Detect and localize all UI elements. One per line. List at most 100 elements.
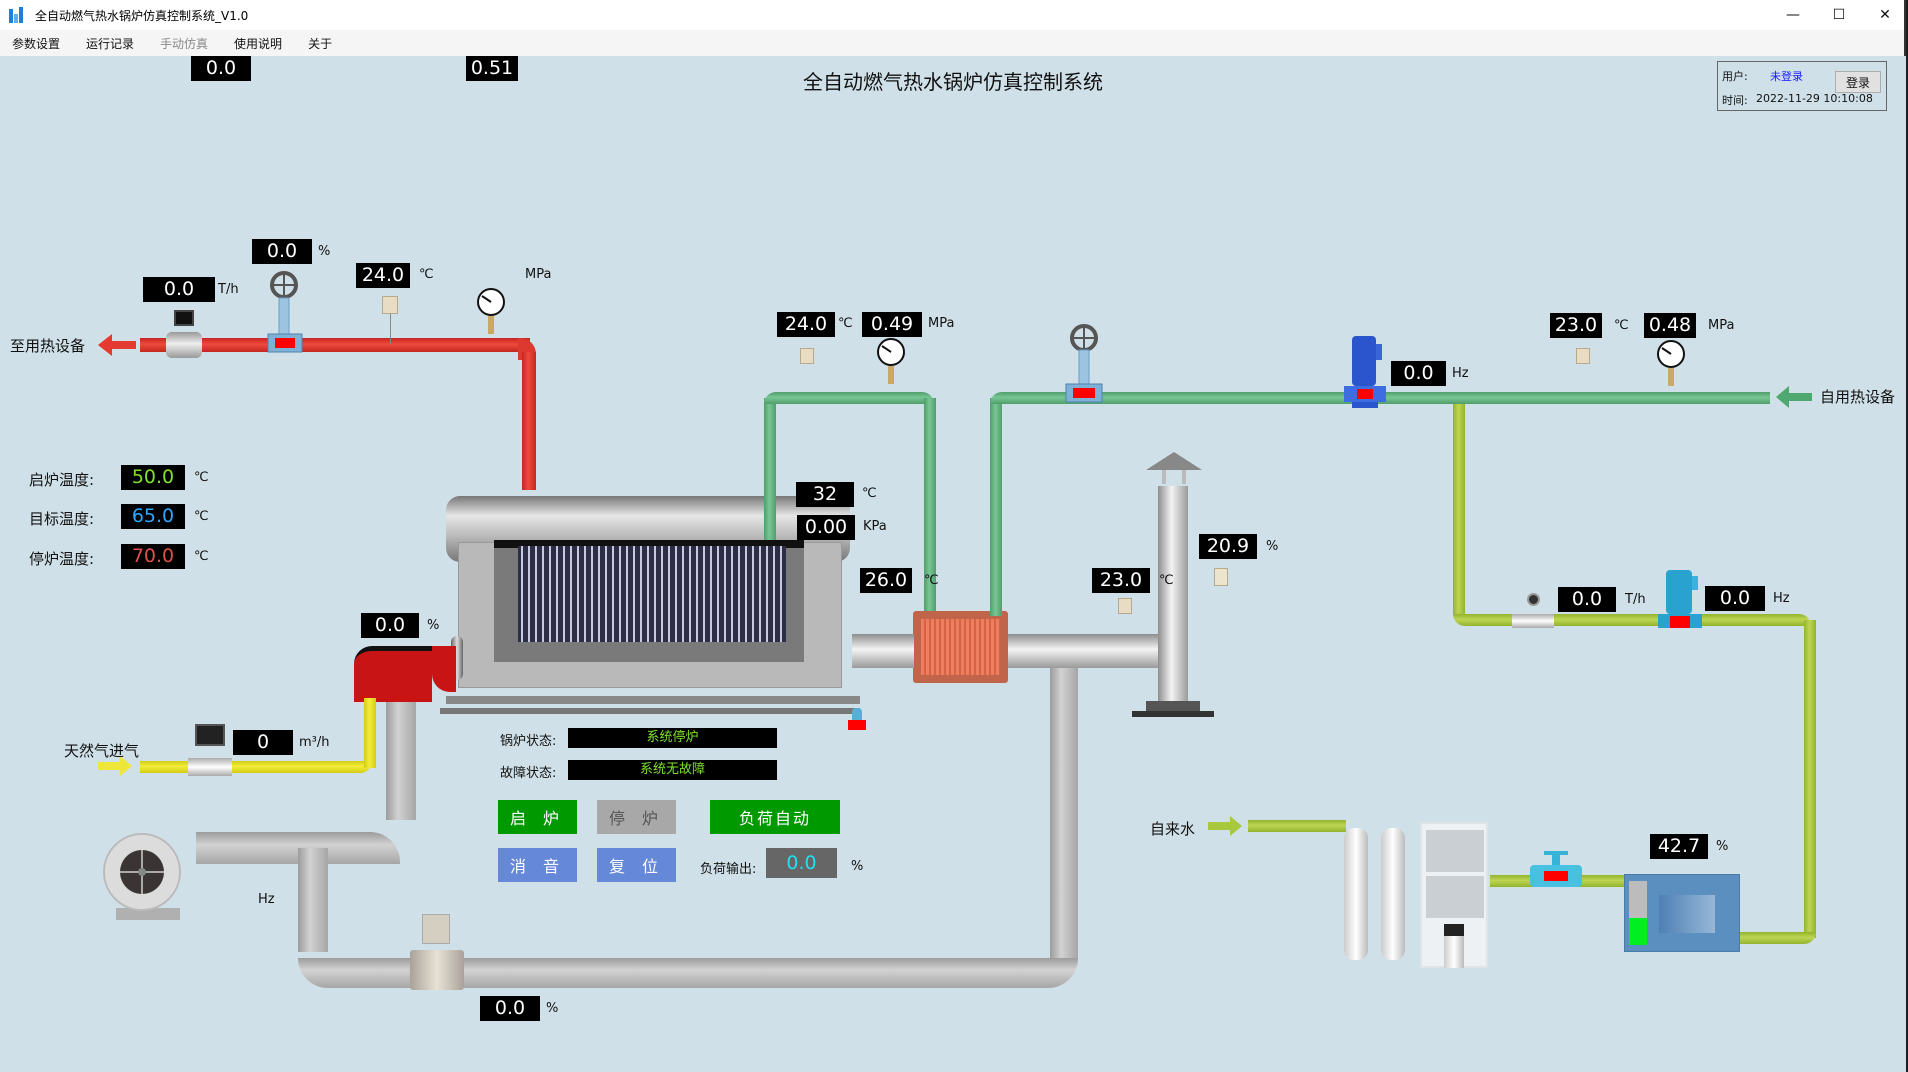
flue-pipe-stack-side xyxy=(1008,634,1158,668)
furnace-temp-display: 32 xyxy=(796,482,854,507)
supply-valve-display: 0.0 xyxy=(252,239,312,264)
gas-pipe-horizontal xyxy=(140,761,372,773)
boiler-tube-bank xyxy=(518,546,786,642)
start-boiler-button[interactable]: 启 炉 xyxy=(498,800,577,834)
load-output-label: 负荷输出: xyxy=(700,862,757,877)
menu-run-log[interactable]: 运行记录 xyxy=(83,33,137,54)
pump-freq-unit: Hz xyxy=(1452,366,1469,381)
pump-freq-display: 0.0 xyxy=(1391,361,1446,386)
drain-valve-body xyxy=(852,708,862,720)
recirc-damper-actuator-icon xyxy=(422,914,450,944)
app-logo-icon xyxy=(9,7,27,23)
primary-pressure-gauge-icon xyxy=(877,338,905,384)
stop-temp-unit: ℃ xyxy=(194,549,209,564)
oxygen-analyzer-icon xyxy=(1214,568,1228,586)
recirc-damper-unit: % xyxy=(546,1001,559,1016)
burner-head xyxy=(354,646,432,702)
fault-status-label: 故障状态: xyxy=(500,766,557,781)
recirc-damper-body[interactable] xyxy=(410,950,464,990)
secondary-loop-riser xyxy=(990,398,1002,616)
boiler-skid xyxy=(440,708,860,714)
supply-destination-label: 至用热设备 xyxy=(10,337,86,355)
menu-about[interactable]: 关于 xyxy=(305,33,335,54)
return-temp-unit: ℃ xyxy=(1614,318,1629,333)
makeup-flowmeter-display-icon xyxy=(1527,593,1540,606)
boiler-base xyxy=(446,696,860,704)
ro-membrane xyxy=(1444,924,1464,968)
load-output-unit: % xyxy=(851,859,864,874)
makeup-inlet-valve-icon[interactable] xyxy=(1528,849,1584,895)
start-temp-display: 50.0 xyxy=(121,465,185,490)
oxygen-unit: % xyxy=(1266,539,1279,554)
primary-pressure-display: 0.49 xyxy=(862,312,922,337)
primary-temp-display: 24.0 xyxy=(777,312,835,337)
supply-temp-unit: ℃ xyxy=(419,267,434,282)
tank-level-indicator xyxy=(1629,881,1647,945)
drain-valve-icon xyxy=(848,720,866,730)
supply-pressure-unit: MPa xyxy=(525,267,552,282)
supply-control-valve-icon[interactable] xyxy=(266,268,306,358)
makeup-pipe-bottom xyxy=(1740,932,1816,944)
load-output-display: 0.0 xyxy=(766,848,837,878)
burner-elbow xyxy=(432,646,456,692)
tank-level-display: 42.7 xyxy=(1650,834,1708,859)
supply-pressure-display: 0.51 xyxy=(466,56,518,81)
auto-load-button[interactable]: 负荷自动 xyxy=(710,800,840,834)
start-temp-label: 启炉温度: xyxy=(29,471,95,489)
gas-inlet-label: 天然气进气 xyxy=(64,742,140,760)
makeup-pump-icon[interactable] xyxy=(1656,568,1704,638)
filter-tank-2 xyxy=(1381,828,1405,960)
target-temp-display: 65.0 xyxy=(121,504,185,529)
ro-gauge-panel-2 xyxy=(1426,876,1484,918)
gas-flow-unit: m³/h xyxy=(299,735,330,750)
menu-help[interactable]: 使用说明 xyxy=(231,33,285,54)
burner-damper-unit: % xyxy=(427,618,440,633)
flue-temp-unit: ℃ xyxy=(1159,573,1174,588)
return-control-valve-icon[interactable] xyxy=(1064,322,1104,408)
circulation-pump-icon[interactable] xyxy=(1342,334,1388,410)
flue-temp-display: 23.0 xyxy=(1092,568,1150,593)
mute-alarm-button[interactable]: 消 音 xyxy=(498,848,577,882)
tank-level-fill xyxy=(1629,917,1647,945)
supply-flow-display: 0.0 xyxy=(143,277,215,302)
return-pressure-unit: MPa xyxy=(1708,318,1735,333)
outflow-arrow-icon xyxy=(98,334,136,356)
fault-status-value: 系统无故障 xyxy=(568,760,777,780)
login-button[interactable]: 登录 xyxy=(1835,71,1881,93)
stop-temp-display: 70.0 xyxy=(121,544,185,569)
maximize-icon: ☐ xyxy=(1832,7,1846,23)
return-source-label: 自用热设备 xyxy=(1820,388,1896,406)
minimize-button[interactable]: — xyxy=(1770,0,1816,30)
close-button[interactable]: ✕ xyxy=(1862,0,1908,30)
blower-freq-unit: Hz xyxy=(258,892,275,907)
reset-button[interactable]: 复 位 xyxy=(597,848,676,882)
tank-level-unit: % xyxy=(1716,839,1729,854)
menu-params[interactable]: 参数设置 xyxy=(9,33,63,54)
gas-flowmeter xyxy=(188,758,232,776)
chimney-stack xyxy=(1158,486,1188,702)
furnace-temp-unit: ℃ xyxy=(862,486,877,501)
makeup-pipe-right-down xyxy=(1804,620,1816,938)
primary-temp-sensor-icon xyxy=(800,348,814,364)
menu-manual-sim[interactable]: 手动仿真 xyxy=(157,33,211,54)
stop-temp-label: 停炉温度: xyxy=(29,550,95,568)
return-pressure-display: 0.48 xyxy=(1644,313,1696,338)
blower-fan-icon[interactable] xyxy=(102,828,198,924)
burner-damper-display: 0.0 xyxy=(361,613,419,638)
user-panel: 用户: 未登录 时间: 2022-11-29 10:10:08 登录 xyxy=(1717,61,1887,111)
tap-water-label: 自来水 xyxy=(1150,820,1196,838)
maximize-button[interactable]: ☐ xyxy=(1816,0,1862,30)
oxygen-display: 20.9 xyxy=(1199,534,1257,559)
recirc-duct-left xyxy=(298,848,328,952)
gas-pipe-vertical xyxy=(364,698,376,768)
close-icon: ✕ xyxy=(1879,7,1891,23)
ro-gauge-panel-1 xyxy=(1426,830,1484,872)
scada-canvas: 全自动燃气热水锅炉仿真控制系统 用户: 未登录 时间: 2022-11-29 1… xyxy=(0,56,1906,1072)
makeup-pipe-down xyxy=(1453,404,1465,614)
furnace-pressure-unit: KPa xyxy=(863,519,887,534)
boiler-status-label: 锅炉状态: xyxy=(500,734,557,749)
blower-freq-display: 0.0 xyxy=(191,56,251,81)
makeup-pipe-horizontal xyxy=(1453,614,1811,626)
stop-boiler-button[interactable]: 停 炉 xyxy=(597,800,676,834)
return-temp-sensor-icon xyxy=(1576,348,1590,364)
